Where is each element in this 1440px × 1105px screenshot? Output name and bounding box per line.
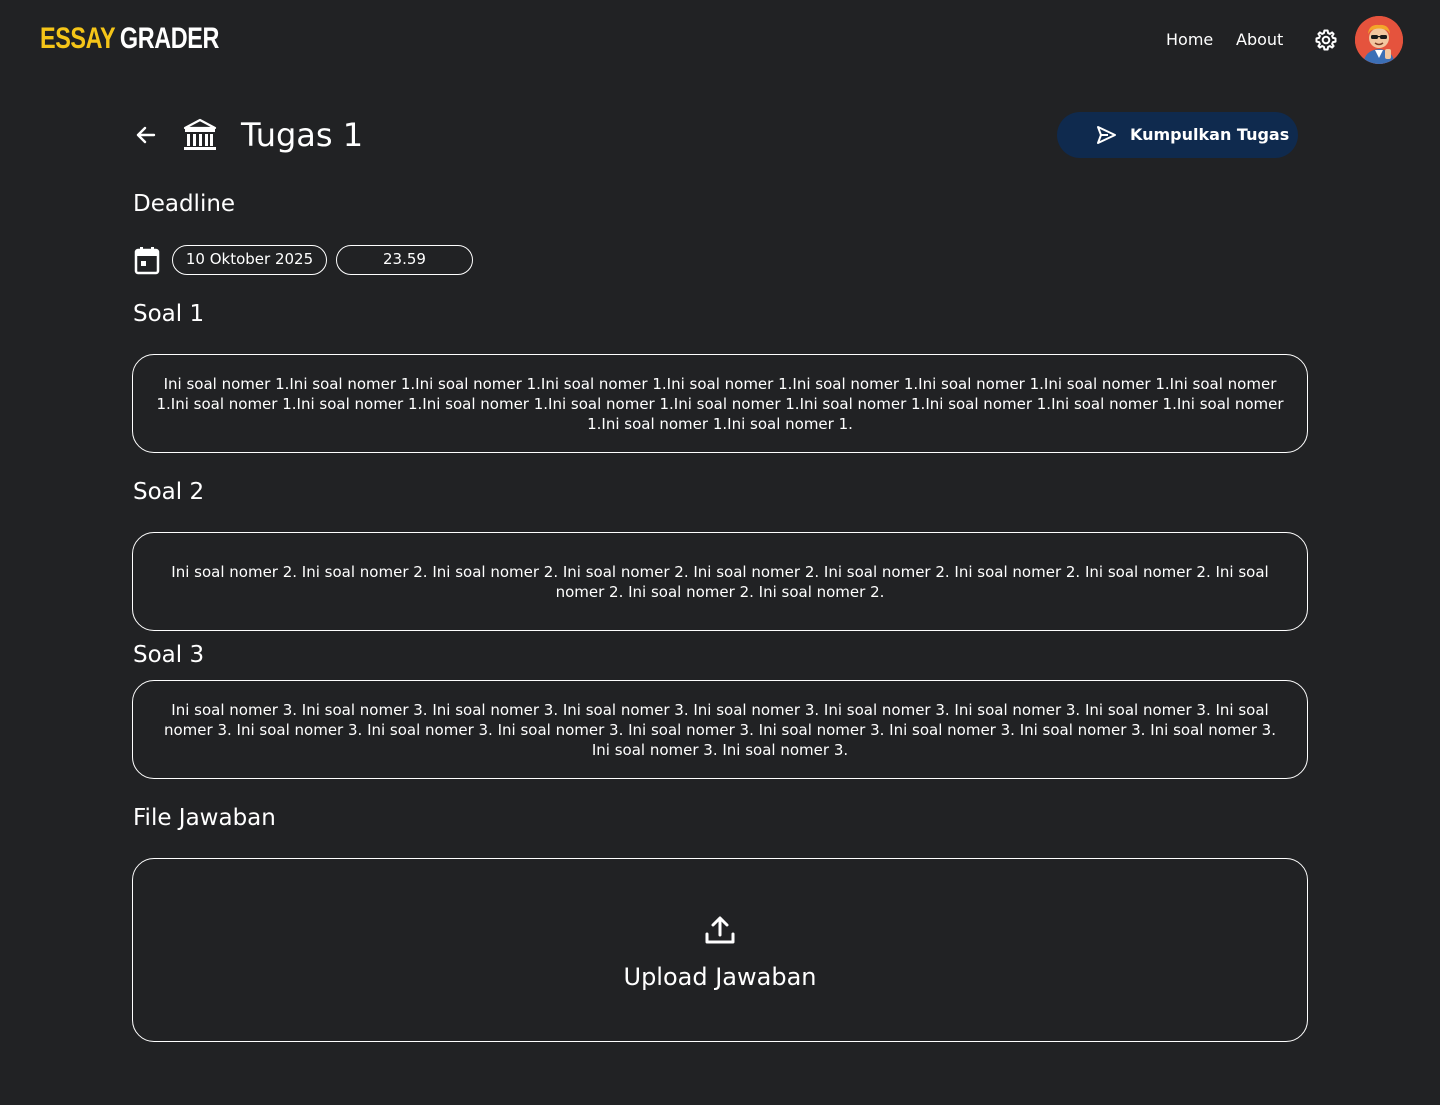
bank-icon xyxy=(181,116,219,154)
question-3-text: Ini soal nomer 3. Ini soal nomer 3. Ini … xyxy=(164,700,1276,759)
question-2-text: Ini soal nomer 2. Ini soal nomer 2. Ini … xyxy=(171,562,1269,601)
page-title: Tugas 1 xyxy=(241,116,364,154)
logo-word-grader: GRADER xyxy=(119,22,219,55)
navbar: ESSAY GRADER Home About xyxy=(0,0,1440,80)
calendar-icon xyxy=(133,245,161,275)
deadline-heading: Deadline xyxy=(133,191,236,217)
nav-about-link[interactable]: About xyxy=(1236,30,1283,50)
answer-file-heading: File Jawaban xyxy=(133,805,276,831)
user-avatar[interactable] xyxy=(1355,16,1403,64)
question-1-heading: Soal 1 xyxy=(133,301,205,327)
question-2-box: Ini soal nomer 2. Ini soal nomer 2. Ini … xyxy=(132,532,1308,631)
logo-word-essay: ESSAY xyxy=(40,22,116,55)
settings-gear-icon[interactable] xyxy=(1314,28,1338,52)
question-2-heading: Soal 2 xyxy=(133,479,205,505)
question-1-text: Ini soal nomer 1.Ini soal nomer 1.Ini so… xyxy=(156,374,1284,433)
nav-home-link[interactable]: Home xyxy=(1166,30,1213,50)
question-3-box: Ini soal nomer 3. Ini soal nomer 3. Ini … xyxy=(132,680,1308,779)
question-3-heading: Soal 3 xyxy=(133,642,205,668)
question-1-box: Ini soal nomer 1.Ini soal nomer 1.Ini so… xyxy=(132,354,1308,453)
deadline-date-field[interactable]: 10 Oktober 2025 xyxy=(172,245,327,275)
app-logo[interactable]: ESSAY GRADER xyxy=(40,22,219,56)
upload-answer-label: Upload Jawaban xyxy=(623,963,817,991)
upload-answer-dropzone[interactable]: Upload Jawaban xyxy=(132,858,1308,1042)
upload-icon xyxy=(703,913,737,947)
submit-button-label: Kumpulkan Tugas xyxy=(1130,125,1290,144)
deadline-time-field[interactable]: 23.59 xyxy=(336,245,473,275)
submit-assignment-button[interactable]: Kumpulkan Tugas xyxy=(1057,112,1298,158)
send-icon xyxy=(1097,126,1116,144)
back-arrow-icon[interactable] xyxy=(133,122,159,148)
